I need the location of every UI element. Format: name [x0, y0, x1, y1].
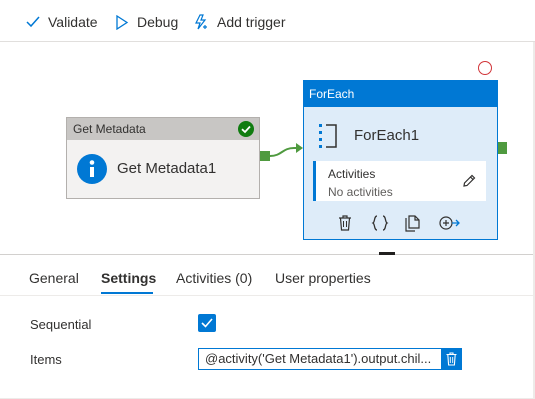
sequential-label: Sequential: [30, 317, 92, 332]
copy-icon[interactable]: [405, 215, 421, 232]
sequential-checkbox[interactable]: [198, 314, 216, 332]
activities-subtitle: No activities: [328, 185, 393, 199]
success-check-icon: [238, 121, 254, 137]
add-output-icon[interactable]: [439, 215, 461, 231]
foreach-loop-icon: [319, 124, 337, 148]
info-icon: [77, 154, 107, 184]
debug-button[interactable]: Debug: [115, 12, 178, 32]
items-input[interactable]: @activity('Get Metadata1').output.chil..…: [198, 348, 462, 370]
tab-activities[interactable]: Activities (0): [176, 270, 252, 286]
validate-button[interactable]: Validate: [26, 12, 98, 32]
resize-handle[interactable]: [379, 252, 395, 255]
dependency-connector[interactable]: [268, 140, 308, 162]
tab-user-properties[interactable]: User properties: [275, 270, 371, 286]
error-indicator-icon: [478, 61, 492, 75]
items-clear-button[interactable]: [441, 348, 462, 370]
tab-general[interactable]: General: [29, 270, 79, 286]
add-trigger-button[interactable]: Add trigger: [193, 12, 285, 32]
items-label: Items: [30, 352, 62, 367]
canvas-divider[interactable]: [0, 254, 535, 255]
get-metadata-header: Get Metadata: [67, 118, 259, 140]
add-trigger-label: Add trigger: [217, 14, 286, 30]
get-metadata-activity[interactable]: Get Metadata Get Metadata1: [66, 117, 260, 199]
play-icon: [116, 14, 129, 30]
foreach-name: ForEach1: [354, 127, 420, 144]
foreach-type-label: ForEach: [309, 87, 355, 101]
activities-title: Activities: [328, 167, 376, 181]
pipeline-toolbar: Validate Debug Add trigger: [0, 0, 535, 42]
tab-settings[interactable]: Settings: [101, 270, 156, 286]
lightning-icon: [195, 14, 207, 30]
validate-label: Validate: [48, 14, 98, 30]
debug-label: Debug: [137, 14, 179, 30]
foreach-activities-panel[interactable]: Activities No activities: [313, 161, 486, 201]
delete-icon[interactable]: [338, 215, 352, 231]
checkmark-icon: [26, 16, 40, 28]
checkbox-check-icon: [201, 318, 213, 328]
trash-icon: [446, 352, 457, 366]
foreach-actions: [304, 215, 497, 235]
foreach-header: ForEach: [304, 81, 497, 107]
foreach-activity[interactable]: ForEach ForEach1 Activities No activitie…: [303, 80, 498, 240]
foreach-output-port[interactable]: [498, 142, 507, 154]
get-metadata-name: Get Metadata1: [117, 160, 217, 177]
code-braces-icon[interactable]: [371, 215, 389, 231]
get-metadata-type-label: Get Metadata: [73, 122, 146, 136]
tabs-divider: [0, 295, 533, 296]
edit-pencil-icon[interactable]: [461, 173, 477, 189]
active-tab-indicator: [101, 292, 153, 294]
get-metadata-body: Get Metadata1: [67, 140, 259, 198]
